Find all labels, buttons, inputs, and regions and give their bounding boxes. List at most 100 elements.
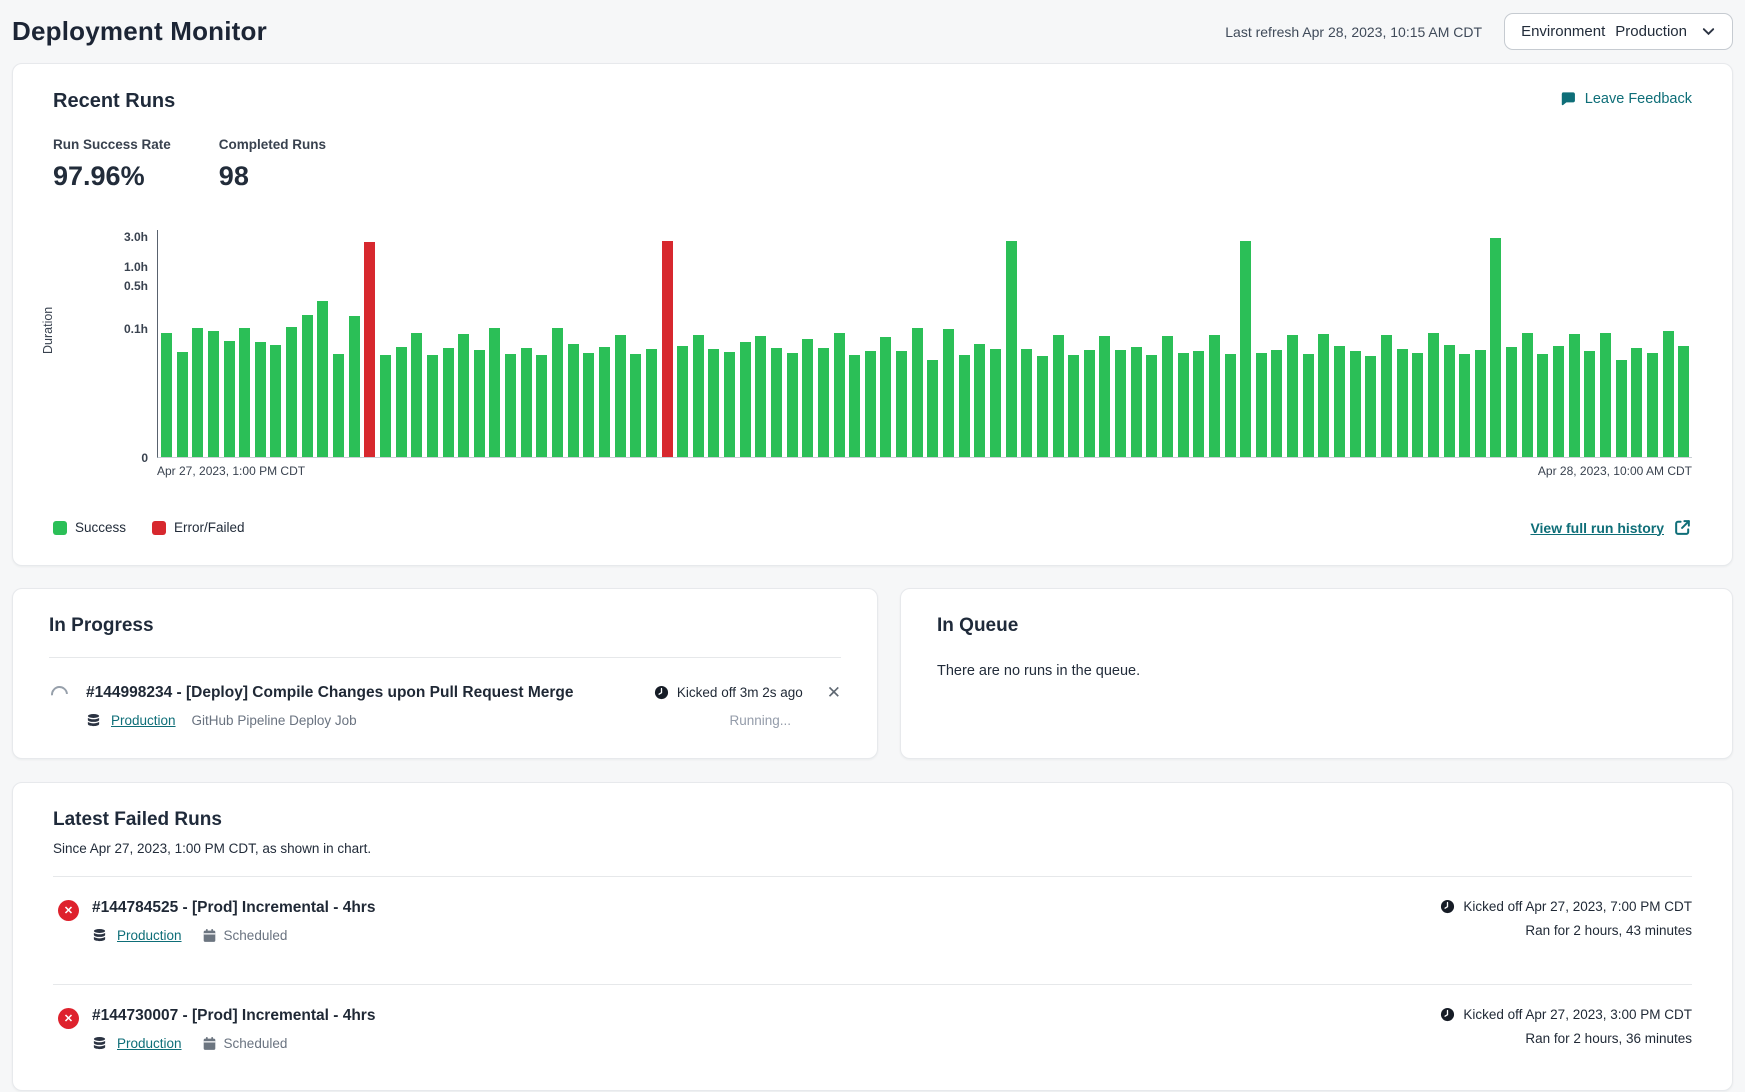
chart-bar[interactable] (708, 349, 719, 457)
chart-bar[interactable] (396, 347, 407, 457)
chart-bar[interactable] (1334, 346, 1345, 457)
chart-bar[interactable] (974, 344, 985, 457)
chart-bar[interactable] (1084, 350, 1095, 457)
chart-bar[interactable] (959, 355, 970, 457)
chart-bar[interactable] (552, 328, 563, 457)
chart-bar[interactable] (1303, 354, 1314, 457)
chart-bar[interactable] (1537, 354, 1548, 457)
chart-bar[interactable] (1444, 345, 1455, 457)
chart-bar[interactable] (1006, 241, 1017, 457)
chart-bar[interactable] (1678, 346, 1689, 457)
chart-bar[interactable] (1397, 349, 1408, 457)
chart-bar[interactable] (411, 333, 422, 457)
chart-bar[interactable] (489, 328, 500, 457)
chart-bar[interactable] (1021, 349, 1032, 457)
chart-bar[interactable] (1412, 353, 1423, 457)
chart-bar[interactable] (865, 351, 876, 457)
chart-bar[interactable] (505, 354, 516, 457)
chart-bar[interactable] (349, 316, 360, 457)
chart-bar[interactable] (724, 352, 735, 457)
leave-feedback-link[interactable]: Leave Feedback (1559, 90, 1692, 108)
chart-bar[interactable] (771, 348, 782, 457)
chart-bar[interactable] (927, 360, 938, 457)
chart-bar[interactable] (990, 349, 1001, 457)
chart-bar[interactable] (1647, 353, 1658, 457)
chart-bar[interactable] (787, 353, 798, 457)
chart-bar[interactable] (255, 342, 266, 457)
chart-bar[interactable] (677, 346, 688, 457)
chart-bar[interactable] (474, 350, 485, 457)
chart-bar[interactable] (380, 355, 391, 457)
chart-bar[interactable] (1240, 241, 1251, 457)
chart-bar[interactable] (912, 328, 923, 457)
chart-bar[interactable] (896, 351, 907, 457)
chart-bar[interactable] (1569, 334, 1580, 457)
chart-bar[interactable] (599, 347, 610, 457)
chart-bar[interactable] (1115, 350, 1126, 457)
chart-bar[interactable] (1381, 335, 1392, 457)
chart-bar[interactable] (1365, 356, 1376, 457)
chart-bar[interactable] (239, 328, 250, 457)
chart-bar[interactable] (536, 355, 547, 457)
chart-bar[interactable] (834, 333, 845, 457)
chart-bar[interactable] (818, 348, 829, 457)
chart-bar[interactable] (364, 242, 375, 457)
chart-bar[interactable] (1287, 335, 1298, 457)
chart-bar[interactable] (333, 354, 344, 457)
chart-bar[interactable] (177, 352, 188, 457)
chart-bar[interactable] (302, 315, 313, 457)
chart-bar[interactable] (662, 241, 673, 457)
chart-bar[interactable] (224, 341, 235, 457)
chart-bar[interactable] (849, 355, 860, 457)
chart-bar[interactable] (1209, 335, 1220, 457)
chart-bar[interactable] (1490, 238, 1501, 457)
chart-bar[interactable] (1522, 333, 1533, 457)
chart-bar[interactable] (1459, 354, 1470, 457)
view-full-run-history-link[interactable]: View full run history (1530, 518, 1692, 537)
chart-bar[interactable] (1099, 336, 1110, 457)
chart-bar[interactable] (1193, 351, 1204, 457)
chart-bar[interactable] (1271, 350, 1282, 457)
chart-bar[interactable] (1256, 353, 1267, 457)
chart-bar[interactable] (270, 345, 281, 457)
chart-bar[interactable] (943, 329, 954, 457)
chart-bar[interactable] (1600, 333, 1611, 457)
chart-bar[interactable] (568, 344, 579, 457)
environment-link[interactable]: Production (111, 713, 176, 728)
chart-bar[interactable] (521, 348, 532, 457)
chart-bar[interactable] (615, 335, 626, 457)
chart-bar[interactable] (1178, 353, 1189, 457)
environment-link[interactable]: Production (117, 1036, 182, 1051)
chart-bar[interactable] (1475, 350, 1486, 457)
chart-bar[interactable] (630, 354, 641, 457)
chart-bar[interactable] (1146, 355, 1157, 457)
chart-bar[interactable] (1584, 351, 1595, 457)
chart-bar[interactable] (192, 328, 203, 457)
chart-bar[interactable] (1318, 334, 1329, 457)
chart-bar[interactable] (443, 348, 454, 457)
chart-bar[interactable] (1131, 347, 1142, 457)
chart-bar[interactable] (1553, 346, 1564, 457)
environment-dropdown[interactable]: Environment Production (1504, 13, 1733, 50)
chart-bar[interactable] (583, 353, 594, 457)
chart-bar[interactable] (208, 331, 219, 457)
chart-bar[interactable] (1631, 348, 1642, 457)
chart-bar[interactable] (693, 335, 704, 457)
chart-bar[interactable] (740, 342, 751, 457)
chart-bar[interactable] (1616, 360, 1627, 457)
chart-bar[interactable] (802, 339, 813, 457)
chart-bar[interactable] (755, 336, 766, 457)
chart-bar[interactable] (1162, 336, 1173, 457)
chart-bar[interactable] (161, 333, 172, 457)
chart-bar[interactable] (458, 334, 469, 457)
chart-bar[interactable] (1506, 347, 1517, 457)
chart-bar[interactable] (1428, 333, 1439, 457)
environment-link[interactable]: Production (117, 928, 182, 943)
chart-bar[interactable] (427, 355, 438, 457)
chart-bar[interactable] (1037, 356, 1048, 457)
chart-bar[interactable] (646, 349, 657, 457)
chart-bar[interactable] (1068, 355, 1079, 457)
chart-bar[interactable] (286, 327, 297, 457)
chart-bar[interactable] (880, 337, 891, 457)
chart-bar[interactable] (1350, 351, 1361, 457)
